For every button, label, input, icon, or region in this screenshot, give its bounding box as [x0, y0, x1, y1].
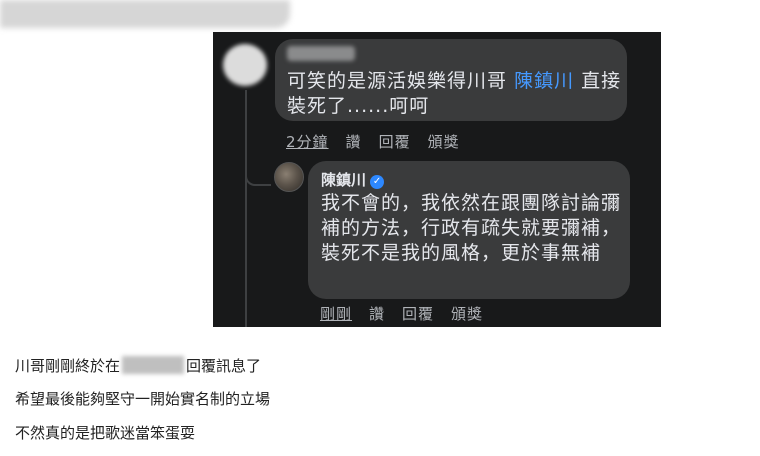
reply-button[interactable]: 回覆: [402, 305, 434, 323]
comment-text: 可笑的是源活娛樂得川哥 陳鎮川 直接裝死了......呵呵: [287, 70, 622, 117]
reply-bubble: 陳鎮川 ✓ 我不會的，我依然在跟團隊討論彌補的方法，行政有疏失就要彌補，裝死不是我…: [308, 161, 630, 299]
like-button[interactable]: 讚: [346, 133, 362, 151]
thread-connector: [245, 168, 271, 186]
blurred-text: [122, 356, 185, 374]
reply-author[interactable]: 陳鎮川 ✓: [321, 169, 385, 190]
reply-button[interactable]: 回覆: [379, 133, 411, 151]
thread-line: [245, 90, 247, 327]
avatar[interactable]: [223, 44, 267, 86]
award-button[interactable]: 頒獎: [428, 133, 460, 151]
caption-line-1: 川哥剛剛終於在 回覆訊息了: [15, 356, 262, 375]
timestamp-link[interactable]: 2分鐘: [286, 133, 329, 151]
like-button[interactable]: 讚: [369, 305, 385, 323]
mention-link[interactable]: 陳鎮川: [514, 70, 574, 92]
comment-screenshot: 可笑的是源活娛樂得川哥 陳鎮川 直接裝死了......呵呵 2分鐘讚回覆 頒獎 陳…: [213, 32, 661, 327]
caption-line-3: 不然真的是把歌迷當笨蛋耍: [15, 424, 196, 442]
caption-line-2: 希望最後能夠堅守一開始實名制的立場: [15, 390, 271, 408]
blurred-header: [0, 0, 290, 28]
reply-actions: 剛剛讚回覆 頒獎: [320, 303, 500, 324]
comment-actions: 2分鐘讚回覆 頒獎: [286, 131, 477, 152]
commenter-name-blurred[interactable]: [287, 46, 355, 61]
reply-text: 我不會的，我依然在跟團隊討論彌補的方法，行政有疏失就要彌補，裝死不是我的風格，更…: [321, 192, 622, 264]
verified-badge-icon: ✓: [370, 175, 385, 189]
reply-avatar[interactable]: [274, 162, 304, 192]
timestamp-link[interactable]: 剛剛: [320, 305, 352, 323]
award-button[interactable]: 頒獎: [451, 305, 483, 323]
comment-bubble: 可笑的是源活娛樂得川哥 陳鎮川 直接裝死了......呵呵: [275, 39, 627, 121]
